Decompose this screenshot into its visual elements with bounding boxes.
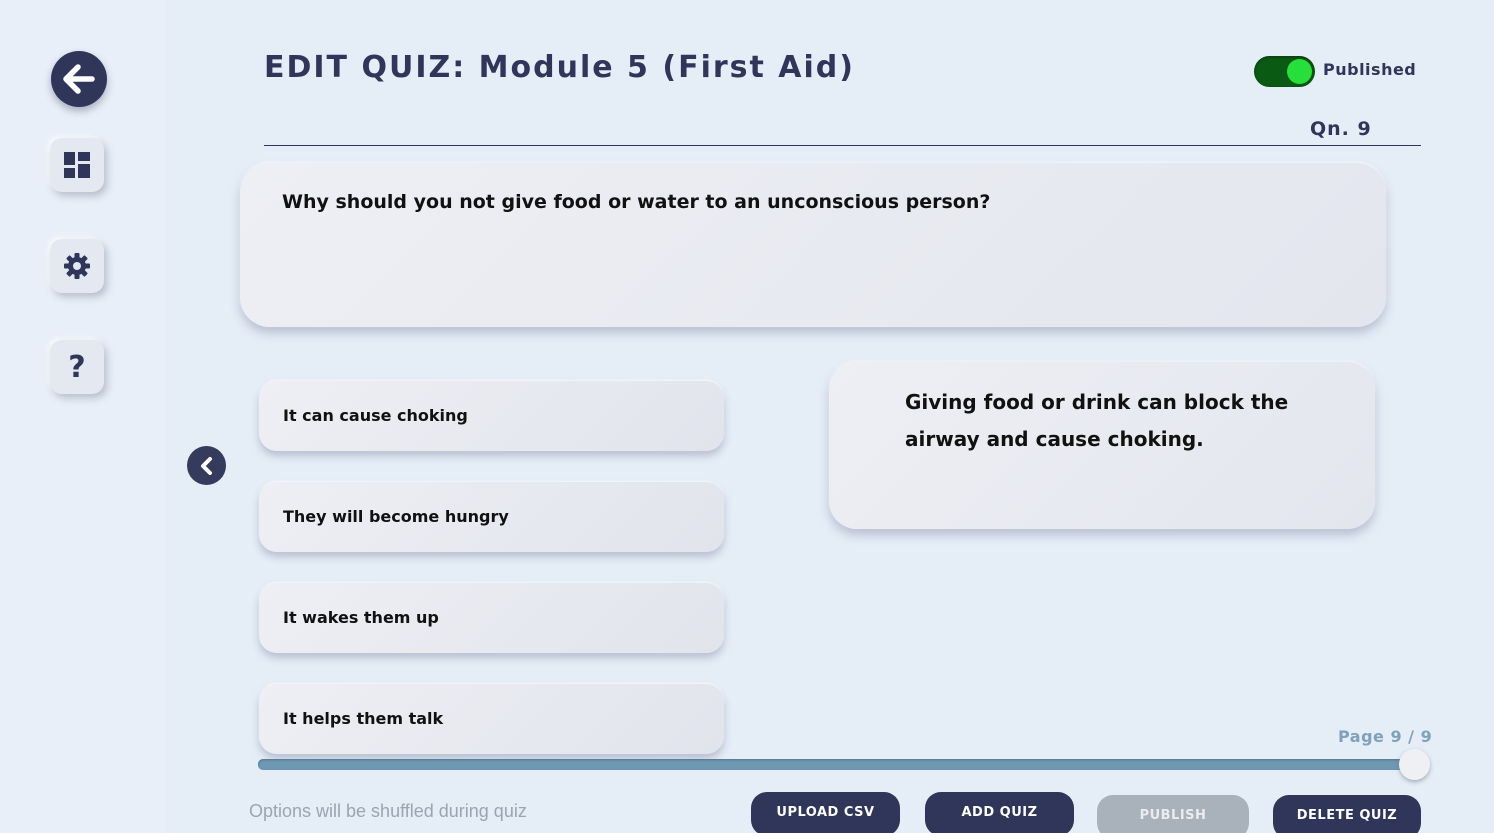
gear-icon <box>64 253 90 279</box>
option-text: It helps them talk <box>283 709 444 728</box>
previous-question-button[interactable] <box>187 446 226 485</box>
status-label: Published <box>1323 60 1417 79</box>
publish-toggle[interactable] <box>1254 56 1315 87</box>
explanation-card[interactable]: Giving food or drink can block the airwa… <box>829 362 1375 529</box>
toggle-knob <box>1287 59 1312 84</box>
help-button[interactable]: ? <box>50 340 104 394</box>
answer-option[interactable]: It wakes them up <box>259 583 724 653</box>
arrow-left-icon <box>63 64 95 94</box>
option-text: They will become hungry <box>283 507 509 526</box>
add-quiz-button[interactable]: ADD QUIZ <box>925 792 1074 833</box>
option-text: It can cause choking <box>283 406 468 425</box>
chevron-left-icon <box>200 456 212 475</box>
upload-csv-button[interactable]: UPLOAD CSV <box>751 792 900 833</box>
shuffle-note: Options will be shuffled during quiz <box>249 801 527 821</box>
divider <box>264 145 1421 146</box>
page-slider-thumb[interactable] <box>1399 749 1430 780</box>
question-text: Why should you not give food or water to… <box>282 191 991 213</box>
answer-option[interactable]: It helps them talk <box>259 684 724 754</box>
answer-option[interactable]: It can cause choking <box>259 381 724 451</box>
question-number: Qn. 9 <box>1310 118 1372 140</box>
page-title: EDIT QUIZ: Module 5 (First Aid) <box>264 50 855 85</box>
delete-quiz-button[interactable]: DELETE QUIZ <box>1273 795 1421 833</box>
explanation-text: Giving food or drink can block the airwa… <box>905 390 1289 451</box>
back-button[interactable] <box>51 51 107 107</box>
publish-button[interactable]: PUBLISH <box>1097 795 1249 833</box>
option-text: It wakes them up <box>283 608 439 627</box>
page-indicator: Page 9 / 9 <box>1338 727 1433 746</box>
dashboard-button[interactable] <box>50 138 104 192</box>
dashboard-grid-icon <box>64 152 90 178</box>
sidebar: ? <box>0 0 166 833</box>
help-icon: ? <box>68 349 86 385</box>
question-card[interactable]: Why should you not give food or water to… <box>240 163 1386 327</box>
page-slider[interactable] <box>258 759 1414 770</box>
settings-button[interactable] <box>50 239 104 293</box>
answer-option[interactable]: They will become hungry <box>259 482 724 552</box>
